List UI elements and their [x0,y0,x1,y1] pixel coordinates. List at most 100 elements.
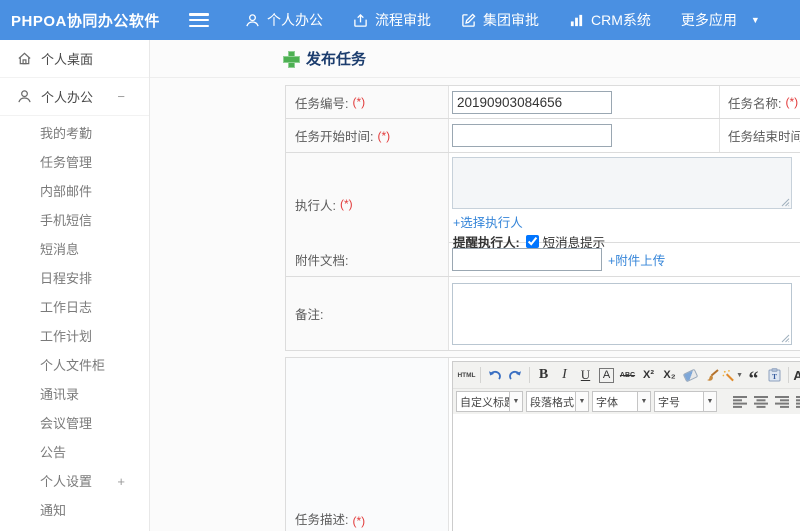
sidebar-item-file-cabinet[interactable]: 个人文件柜 [0,351,149,380]
align-center-button[interactable] [750,392,771,412]
resize-grip-icon[interactable] [781,334,790,343]
executor-label: 执行人: (*) [286,153,449,255]
sidebar-item-task-management[interactable]: 任务管理 [0,148,149,177]
row-remark: 备注: [285,277,800,351]
svg-text:T: T [772,372,777,381]
font-family-dropdown[interactable]: 字体 ▼ [592,391,651,412]
attachment-input[interactable] [452,248,602,271]
underline-button[interactable]: U [575,365,596,385]
sidebar-item-internal-mail[interactable]: 内部邮件 [0,177,149,206]
rich-text-editor: HTML B I U A ABC X² X₂ ▼ “ T A 自定义标 ▼ 段落… [452,361,800,531]
superscript-button[interactable]: X² [638,365,659,385]
sidebar-item-work-plan[interactable]: 工作计划 [0,322,149,351]
paragraph-format-dropdown[interactable]: 段落格式 ▼ [526,391,589,412]
sidebar-item-schedule[interactable]: 日程安排 [0,264,149,293]
remark-textarea[interactable] [452,282,792,345]
sidebar-item-meeting-management[interactable]: 会议管理 [0,409,149,438]
align-right-icon [774,395,789,408]
row-task-description: 任务描述: (*) HTML B I U A ABC X² X₂ ▼ “ T A… [285,357,800,531]
italic-button[interactable]: I [554,365,575,385]
publish-task-form: 任务编号:(*) 任务名称:(*) 任务开始时间:(*) 任务结束时间:(*) [285,85,800,531]
nav-group-approval[interactable]: 集团审批 [461,10,539,30]
chevron-down-icon: ▼ [575,392,588,411]
align-justify-button[interactable] [792,392,800,412]
remove-format-button[interactable] [680,365,701,385]
resize-grip-icon[interactable] [781,198,790,207]
required-mark: (*) [352,95,366,109]
row-attachment: 附件文档: +附件上传 [285,243,800,277]
sidebar-item-mobile-sms[interactable]: 手机短信 [0,206,149,235]
row-start-time: 任务开始时间:(*) 任务结束时间:(*) [285,119,800,153]
sidebar-item-my-attendance[interactable]: 我的考勤 [0,119,149,148]
home-icon [18,52,31,65]
sidebar-item-work-log[interactable]: 工作日志 [0,293,149,322]
blockquote-button[interactable]: “ [743,365,764,389]
paintbrush-icon [706,368,719,381]
collapse-icon[interactable]: − [117,89,125,104]
undo-icon [489,370,501,380]
editor-content-area[interactable] [453,414,800,531]
sidebar-item-contacts[interactable]: 通讯录 [0,380,149,409]
chevron-down-icon: ▼ [750,15,760,25]
page-header: 发布任务 [150,40,800,78]
remark-label: 备注: [286,277,449,350]
align-left-button[interactable] [729,392,750,412]
sidebar-item-short-message[interactable]: 短消息 [0,235,149,264]
nav-personal-office[interactable]: 个人办公 [245,10,323,30]
sidebar-item-personal-office[interactable]: 个人办公 − [0,78,149,116]
editor-toolbar-row1: HTML B I U A ABC X² X₂ ▼ “ T A [453,362,800,389]
redo-button[interactable] [505,365,526,385]
attachment-label: 附件文档: [286,243,449,276]
start-time-label: 任务开始时间: (*) [286,119,449,152]
subscript-button[interactable]: X₂ [659,365,680,385]
editor-toolbar-row2: 自定义标题 ▼ 段落格式 ▼ 字体 ▼ 字号 ▼ [453,388,800,414]
start-time-input[interactable] [452,124,612,147]
bar-chart-icon [570,14,583,26]
font-size-dropdown[interactable]: 字号 ▼ [654,391,717,412]
paste-from-word-button[interactable]: T [764,365,785,385]
person-icon [246,13,259,26]
source-code-button[interactable]: HTML [456,365,477,385]
sidebar-item-announcement[interactable]: 公告 [0,438,149,467]
app-logo: PHPOA协同办公软件 [11,12,160,30]
sidebar-item-personal-settings[interactable]: 个人设置 + [0,467,149,496]
chevron-down-icon: ▼ [637,392,650,411]
sidebar-submenu: 我的考勤 任务管理 内部邮件 手机短信 短消息 日程安排 工作日志 工作计划 个… [0,116,149,531]
sidebar-item-big-events[interactable]: 大事记 [0,525,149,531]
format-brush-button[interactable] [701,365,722,385]
font-color-button[interactable]: A ▼ [792,365,800,385]
top-header: PHPOA协同办公软件 个人办公 流程审批 集团审批 CRM系统 更多应用 ▼ [0,0,800,40]
nav-more-apps[interactable]: 更多应用 ▼ [681,10,760,30]
choose-executor-link[interactable]: +选择执行人 [453,212,523,231]
workflow-icon [354,13,367,27]
chevron-down-icon: ▼ [736,371,743,379]
sidebar-item-desktop[interactable]: 个人桌面 [0,40,149,78]
bold-button[interactable]: B [533,365,554,385]
menu-toggle-icon[interactable] [189,13,209,27]
expand-icon[interactable]: + [117,467,125,496]
redo-icon [509,370,521,380]
task-number-input[interactable] [452,90,612,114]
user-icon [18,90,31,103]
upload-attachment-link[interactable]: +附件上传 [608,250,665,269]
align-center-icon [753,395,768,408]
sidebar-item-notice[interactable]: 通知 [0,496,149,525]
task-name-label: 任务名称: (*) [719,86,800,118]
undo-button[interactable] [484,365,505,385]
required-mark: (*) [339,197,353,211]
nav-workflow-approval[interactable]: 流程审批 [353,10,431,30]
align-right-button[interactable] [771,392,792,412]
clipboard-icon: T [768,368,781,382]
executor-textarea[interactable] [452,157,792,209]
chevron-down-icon: ▼ [703,392,716,411]
font-style-button[interactable]: A [596,365,617,385]
required-mark: (*) [377,128,391,143]
nav-crm-system[interactable]: CRM系统 [569,10,651,30]
task-number-label: 任务编号: (*) [286,86,449,118]
align-justify-icon [795,395,800,408]
align-left-icon [732,395,747,408]
strikethrough-button[interactable]: ABC [617,365,638,385]
quick-format-button[interactable]: ▼ [722,365,743,385]
custom-title-dropdown[interactable]: 自定义标题 ▼ [456,391,523,412]
row-executor: 执行人: (*) +选择执行人 提醒执行人: 短消息提示 [285,153,800,255]
